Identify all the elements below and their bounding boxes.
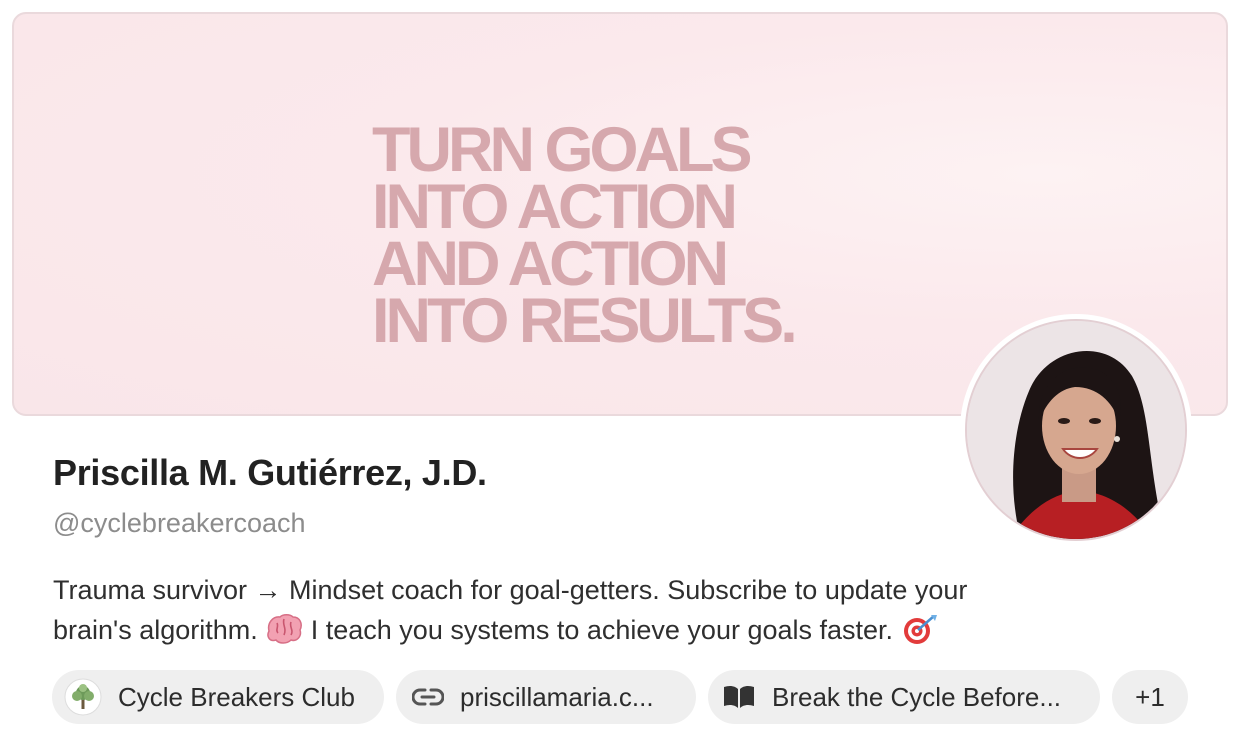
- tree-logo-icon: [64, 678, 102, 716]
- bio-text: I teach you systems to achieve your goal…: [303, 615, 901, 645]
- brain-emoji-icon: [265, 613, 303, 656]
- profile-links: Cycle Breakers Club priscillamaria.c... …: [52, 670, 1188, 724]
- avatar-photo: [965, 319, 1187, 541]
- link-chip-label: priscillamaria.c...: [460, 681, 654, 712]
- bio-text: Trauma survivor: [53, 575, 255, 605]
- profile-handle: @cyclebreakercoach: [53, 508, 306, 538]
- bio-text: Mindset coach for goal-getters. Subscrib…: [281, 575, 968, 605]
- link-icon: [412, 687, 444, 707]
- bio-text: brain's algorithm.: [53, 615, 266, 645]
- more-links-button[interactable]: +1: [1112, 670, 1188, 724]
- banner-headline-line: INTO ACTION: [372, 172, 738, 242]
- bullseye-emoji-icon: [901, 613, 939, 656]
- profile-page: TURN GOALS INTO ACTION AND ACTION INTO R…: [0, 0, 1242, 746]
- banner-headline-line: AND ACTION: [372, 229, 729, 299]
- banner-headline-line: TURN GOALS: [372, 115, 752, 185]
- banner-headline-line: INTO RESULTS.: [372, 286, 798, 356]
- link-chip-club[interactable]: Cycle Breakers Club: [52, 670, 384, 724]
- link-chip-website[interactable]: priscillamaria.c...: [396, 670, 696, 724]
- open-book-icon: [722, 684, 756, 710]
- link-chip-label: Break the Cycle Before...: [772, 681, 1062, 712]
- more-links-label: +1: [1135, 681, 1165, 712]
- profile-bio: Trauma survivor → Mindset coach for goal…: [53, 570, 1133, 656]
- link-chip-label: Cycle Breakers Club: [118, 681, 355, 712]
- banner-headline: TURN GOALS INTO ACTION AND ACTION INTO R…: [372, 115, 798, 356]
- avatar-portrait-icon: [967, 321, 1185, 539]
- profile-name: Priscilla M. Gutiérrez, J.D.: [53, 452, 487, 493]
- arrow-icon: →: [254, 575, 282, 605]
- profile-avatar[interactable]: [960, 314, 1192, 546]
- link-chip-book[interactable]: Break the Cycle Before...: [708, 670, 1100, 724]
